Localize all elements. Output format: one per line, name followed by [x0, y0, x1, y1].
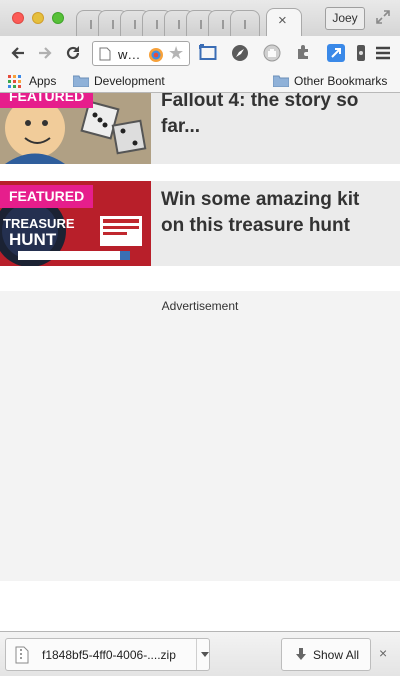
featured-badge: FEATURED — [0, 93, 94, 108]
fullscreen-icon[interactable] — [375, 9, 391, 30]
featured-badge: FEATURED — [0, 185, 94, 208]
profile-button[interactable]: Joey — [325, 7, 365, 30]
download-file-name: f1848bf5-4ff0-4006-....zip — [42, 648, 176, 662]
cast-icon[interactable] — [199, 44, 217, 67]
advertisement-label: Advertisement — [161, 299, 239, 313]
show-all-downloads-button[interactable]: Show All — [281, 638, 371, 671]
folder-icon — [72, 74, 90, 92]
extension-icon[interactable] — [148, 47, 164, 68]
url-text: w… — [118, 47, 141, 62]
article-card[interactable]: FEATURED Fallout 4: the story so far... — [0, 93, 400, 164]
page-icon — [99, 47, 111, 66]
compass-icon[interactable] — [231, 44, 249, 67]
back-icon[interactable] — [9, 44, 27, 67]
title-bar: × Joey — [0, 0, 400, 36]
page-content: FEATURED Fallout 4: the story so far... … — [0, 93, 400, 631]
expand-icon[interactable] — [327, 44, 345, 67]
hand-icon[interactable] — [263, 44, 281, 67]
divider — [196, 639, 197, 670]
article-headline[interactable]: Fallout 4: the story so far... — [161, 93, 381, 140]
download-arrow-icon — [295, 648, 307, 667]
bookmark-folder-other[interactable]: Other Bookmarks — [294, 74, 387, 88]
minimize-window-button[interactable] — [32, 12, 44, 24]
forward-icon[interactable] — [36, 44, 54, 67]
star-icon[interactable]: ★ — [168, 43, 184, 64]
folder-icon — [272, 74, 290, 92]
bookmarks-bar: Apps Development Other Bookmarks — [0, 70, 400, 93]
article-card[interactable]: TREASURE HUNT FEATURED Win some amazing … — [0, 181, 400, 266]
close-window-button[interactable] — [12, 12, 24, 24]
reload-icon[interactable] — [64, 44, 82, 67]
bookmark-folder-development[interactable]: Development — [94, 74, 165, 88]
svg-text:HUNT: HUNT — [9, 230, 57, 249]
zoom-window-button[interactable] — [52, 12, 64, 24]
tab-close-button[interactable]: × — [278, 12, 287, 29]
extension-icon[interactable] — [357, 44, 365, 67]
chevron-down-icon[interactable] — [201, 652, 209, 657]
tab-strip — [76, 8, 272, 36]
downloads-bar: f1848bf5-4ff0-4006-....zip Show All × — [0, 631, 400, 676]
advertisement-slot: Advertisement — [0, 291, 400, 581]
download-item[interactable]: f1848bf5-4ff0-4006-....zip — [5, 638, 210, 671]
apps-icon[interactable] — [8, 75, 21, 88]
bookmark-apps[interactable]: Apps — [29, 74, 56, 88]
svg-text:TREASURE: TREASURE — [3, 216, 75, 231]
close-icon[interactable]: × — [379, 645, 387, 661]
menu-icon[interactable] — [375, 44, 391, 67]
zip-file-icon — [15, 646, 29, 669]
tab[interactable] — [230, 10, 260, 36]
puzzle-icon[interactable] — [296, 44, 312, 65]
show-all-label: Show All — [313, 648, 360, 662]
address-bar[interactable]: w… ★ — [92, 41, 190, 66]
toolbar: w… ★ — [0, 36, 400, 70]
article-headline[interactable]: Win some amazing kit on this treasure hu… — [161, 187, 381, 239]
active-tab[interactable]: × — [266, 8, 302, 36]
